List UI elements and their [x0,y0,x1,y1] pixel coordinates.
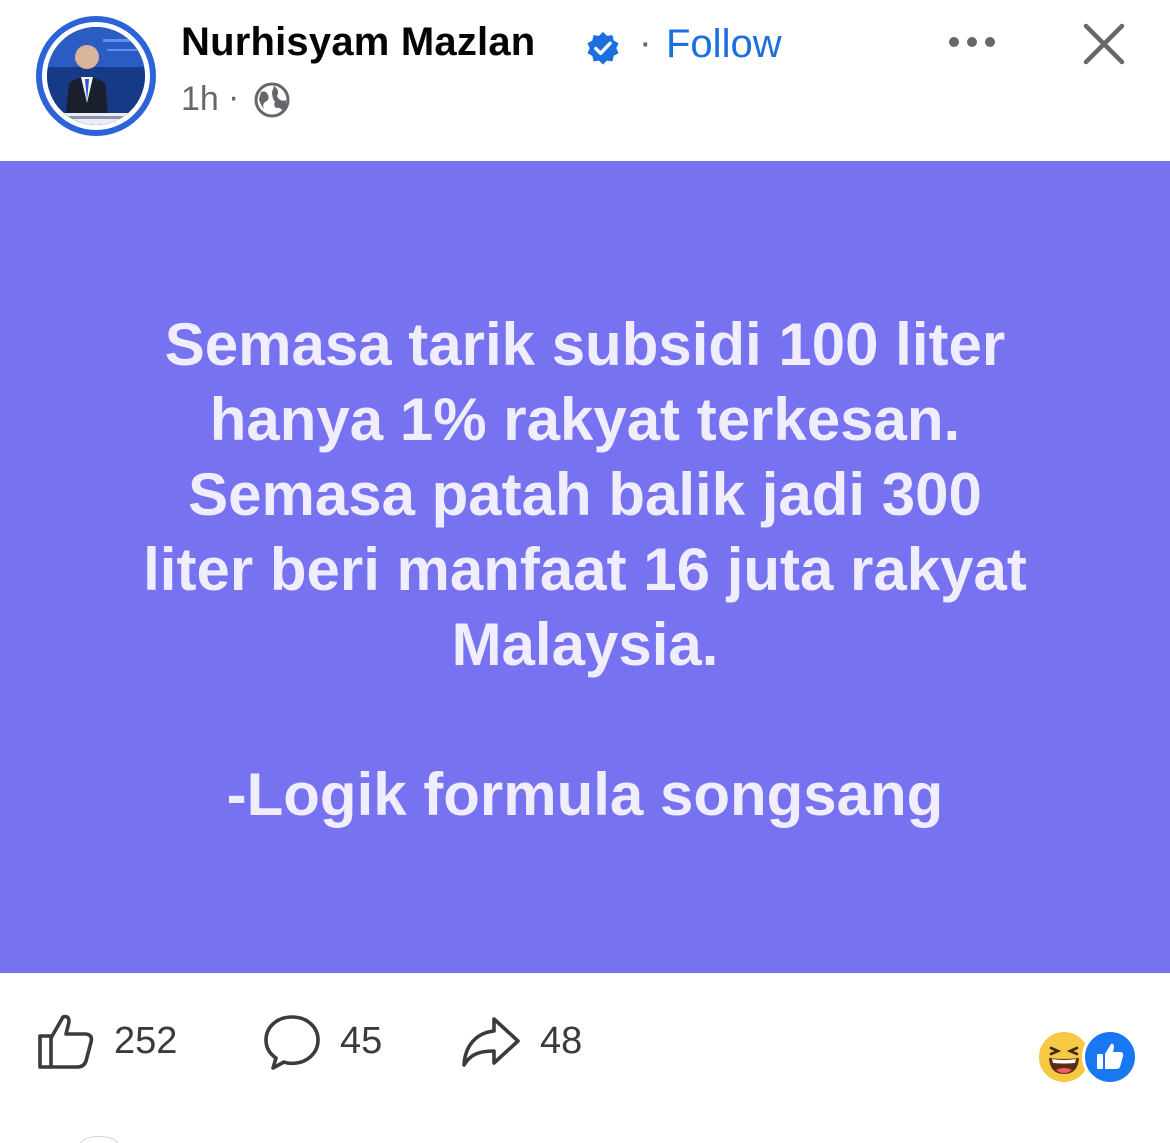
post-text-blank-line [60,682,1110,757]
like-button[interactable]: 252 [36,1009,177,1073]
avatar-photo [47,27,145,125]
post-text-line: Semasa patah balik jadi 300 [188,461,982,528]
share-count: 48 [540,1019,583,1062]
comment-icon [264,1015,320,1070]
share-button[interactable]: 48 [460,1009,582,1073]
post-text: Semasa tarik subsidi 100 liter hanya 1% … [60,307,1110,832]
verified-badge-icon [587,31,619,65]
post-text-signature: -Logik formula songsang [226,761,944,828]
follow-button[interactable]: Follow [666,22,782,67]
comment-count: 45 [340,1019,383,1062]
post-text-line: liter beri manfaat 16 juta rakyat [143,536,1027,603]
post-text-background: Semasa tarik subsidi 100 liter hanya 1% … [0,161,1170,973]
post-text-line: hanya 1% rakyat terkesan. [209,386,961,453]
post-card: Nurhisyam Mazlan · Follow 1h · Semasa ta… [0,0,1170,1143]
thumbs-up-icon [38,1014,94,1069]
follow-separator: · [639,22,652,64]
globe-icon [254,82,290,118]
post-footer: 252 45 48 [0,973,1170,1143]
avatar[interactable] [36,16,156,136]
post-text-line: Semasa tarik subsidi 100 liter [164,311,1006,378]
more-options-icon[interactable] [944,28,1000,56]
author-name[interactable]: Nurhisyam Mazlan [181,20,535,65]
share-icon [462,1017,520,1067]
post-timestamp[interactable]: 1h [181,80,219,119]
reaction-summary[interactable] [1036,1029,1138,1085]
like-reaction-icon [1082,1029,1138,1085]
timestamp-separator: · [228,78,240,116]
close-icon[interactable] [1080,20,1128,68]
post-text-line: Malaysia. [451,611,719,678]
comment-button[interactable]: 45 [262,1009,382,1073]
like-count: 252 [114,1019,178,1062]
post-header: Nurhisyam Mazlan · Follow 1h · [0,0,1170,160]
